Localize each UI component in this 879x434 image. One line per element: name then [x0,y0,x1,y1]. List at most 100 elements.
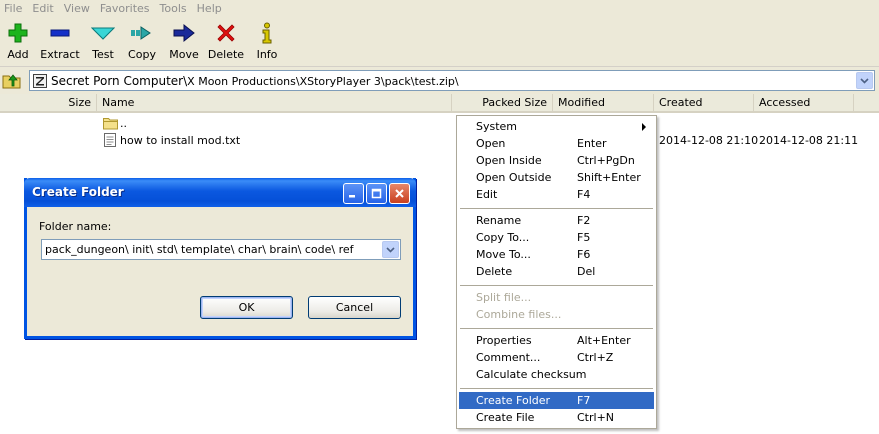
menu-file[interactable]: File [0,0,28,17]
menu-item-delete[interactable]: Delete Del [459,263,654,280]
toolbar: Add Extract Test Copy Move Delete Info [0,17,879,67]
menu-item-copy-to[interactable]: Copy To... F5 [459,229,654,246]
menu-item-shortcut: Ctrl+N [577,411,615,424]
menu-item-open[interactable]: Open Enter [459,135,654,152]
menu-item-shortcut: F5 [577,231,591,244]
check-icon [91,21,115,45]
menu-item-create-file[interactable]: Create File Ctrl+N [459,409,654,426]
menu-item-shortcut: F2 [577,214,591,227]
address-input[interactable]: Secret Porn Computer\X Moon Productions\… [29,70,875,91]
ok-button[interactable]: OK [200,296,293,319]
address-path-root: Secret Porn Computer\ [51,73,188,88]
menu-item-label: Rename [476,214,522,227]
delete-button[interactable]: Delete [204,17,248,61]
menu-item-calculate-checksum[interactable]: Calculate checksum [459,366,654,383]
copy-arrow-icon [130,21,154,45]
menu-favorites[interactable]: Favorites [96,0,156,17]
submenu-arrow-icon [642,123,646,131]
menu-tools[interactable]: Tools [156,0,193,17]
table-row[interactable]: how to install mod.txt 2014-12-08 21:10 … [0,132,879,149]
menu-item-properties[interactable]: Properties Alt+Enter [459,332,654,349]
extract-button[interactable]: Extract [34,17,86,61]
test-button-label: Test [92,48,114,61]
file-name: how to install mod.txt [120,134,241,147]
menu-item-shortcut: F7 [577,394,591,407]
menu-separator [460,328,653,329]
menu-edit[interactable]: Edit [28,0,59,17]
dialog-title: Create Folder [32,185,124,199]
copy-button[interactable]: Copy [120,17,164,61]
dialog-body: Folder name: pack_dungeon\ init\ std\ te… [27,207,413,336]
column-accessed[interactable]: Accessed [754,94,854,113]
menu-item-label: Edit [476,188,498,201]
column-size[interactable]: Size [0,94,97,113]
menu-separator [460,285,653,286]
table-row[interactable]: .. [0,115,879,132]
menu-item-system[interactable]: System [459,118,654,135]
menu-separator [460,388,653,389]
address-dropdown-button[interactable] [856,72,873,89]
menu-item-combine-files: Combine files... [459,306,654,323]
address-bar: Secret Porn Computer\X Moon Productions\… [0,67,879,94]
menu-item-open-inside[interactable]: Open Inside Ctrl+PgDn [459,152,654,169]
file-accessed: 2014-12-08 21:11 [759,134,859,147]
menu-item-label: Comment... [476,351,541,364]
column-name[interactable]: Name [97,94,452,113]
menu-item-shortcut: Ctrl+PgDn [577,154,635,167]
menu-help[interactable]: Help [193,0,228,17]
menu-item-label: Split file... [476,291,532,304]
menu-item-label: Move To... [476,248,531,261]
address-path: Secret Porn Computer\X Moon Productions\… [51,74,459,88]
menu-item-label: Calculate checksum [476,368,587,381]
column-modified[interactable]: Modified [553,94,654,113]
info-button-label: Info [256,48,278,61]
menu-item-open-outside[interactable]: Open Outside Shift+Enter [459,169,654,186]
column-created[interactable]: Created [654,94,754,113]
minus-icon [48,21,72,45]
menu-item-shortcut: Enter [577,137,607,150]
close-button[interactable] [389,183,410,204]
move-arrow-icon [172,21,196,45]
folder-name-input[interactable]: pack_dungeon\ init\ std\ template\ char\… [41,239,401,260]
move-button[interactable]: Move [164,17,204,61]
app-window: File Edit View Favorites Tools Help Add … [0,0,879,434]
menu-item-label: Open Inside [476,154,542,167]
menu-item-label: Combine files... [476,308,562,321]
address-path-rest: X Moon Productions\XStoryPlayer 3\pack\t… [187,74,459,88]
menu-item-label: Properties [476,334,532,347]
menu-item-rename[interactable]: Rename F2 [459,212,654,229]
menu-bar: File Edit View Favorites Tools Help [0,0,879,17]
menu-item-shortcut: F4 [577,188,591,201]
menu-item-move-to[interactable]: Move To... F6 [459,246,654,263]
test-button[interactable]: Test [86,17,120,61]
minimize-button[interactable] [343,183,364,204]
cancel-button[interactable]: Cancel [308,296,401,319]
delete-x-icon [214,21,238,45]
column-header: Size Name Packed Size Modified Created A… [0,94,879,113]
info-button[interactable]: Info [248,17,286,61]
context-menu: System Open Enter Open Inside Ctrl+PgDn … [456,115,657,429]
dialog-title-bar[interactable]: Create Folder [24,178,416,207]
minimize-icon [349,195,355,198]
folder-name-label: Folder name: [39,220,112,233]
maximize-button[interactable] [366,183,387,204]
folder-up-icon [2,74,21,89]
menu-item-comment[interactable]: Comment... Ctrl+Z [459,349,654,366]
column-packed-size[interactable]: Packed Size [452,94,553,113]
delete-button-label: Delete [207,48,245,61]
create-folder-dialog: Create Folder Folder name: pack_dungeon\… [24,178,416,339]
menu-item-label: Copy To... [476,231,530,244]
extract-button-label: Extract [40,48,80,61]
menu-item-edit[interactable]: Edit F4 [459,186,654,203]
folder-up-button[interactable] [2,70,22,90]
folder-icon [103,118,118,130]
add-button[interactable]: Add [2,17,34,61]
menu-separator [460,208,653,209]
menu-item-create-folder[interactable]: Create Folder F7 [459,392,654,409]
copy-button-label: Copy [128,48,156,61]
menu-view[interactable]: View [60,0,96,17]
plus-icon [6,21,30,45]
chevron-down-icon [386,246,395,253]
folder-name-dropdown-button[interactable] [382,241,399,258]
menu-item-label: Create Folder [476,394,551,407]
